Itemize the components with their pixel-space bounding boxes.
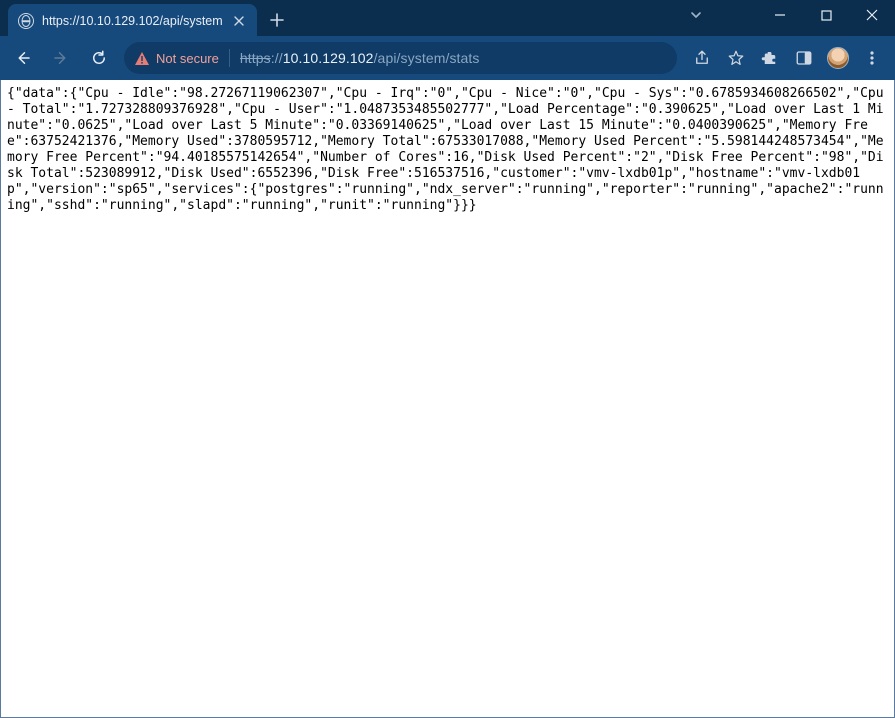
browser-toolbar: Not secure https://10.10.129.102/api/sys…: [0, 36, 895, 80]
window-minimize-button[interactable]: [757, 0, 803, 30]
forward-button[interactable]: [44, 41, 78, 75]
toolbar-right: [685, 41, 889, 75]
side-panel-button[interactable]: [787, 41, 821, 75]
back-button[interactable]: [6, 41, 40, 75]
share-button[interactable]: [685, 41, 719, 75]
response-body: {"data":{"Cpu - Idle":"98.27267119062307…: [1, 80, 894, 220]
menu-button[interactable]: [855, 41, 889, 75]
profile-avatar[interactable]: [821, 41, 855, 75]
url-text: https://10.10.129.102/api/system/stats: [240, 50, 480, 66]
url-host: 10.10.129.102: [283, 50, 374, 66]
extensions-button[interactable]: [753, 41, 787, 75]
url-scheme-sep: ://: [271, 50, 283, 66]
globe-icon: [18, 13, 34, 29]
window-close-button[interactable]: [849, 0, 895, 30]
close-tab-button[interactable]: [231, 13, 247, 29]
address-bar[interactable]: Not secure https://10.10.129.102/api/sys…: [124, 42, 677, 74]
new-tab-button[interactable]: [263, 6, 291, 34]
page-content: {"data":{"Cpu - Idle":"98.27267119062307…: [0, 80, 895, 718]
bookmark-button[interactable]: [719, 41, 753, 75]
reload-button[interactable]: [82, 41, 116, 75]
tab-search-button[interactable]: [681, 0, 711, 30]
url-path: /api/system/stats: [374, 50, 480, 66]
tab-title: https://10.10.129.102/api/system: [42, 14, 223, 28]
security-warning[interactable]: Not secure: [134, 51, 219, 66]
window-controls: [757, 0, 895, 30]
url-scheme: https: [240, 50, 271, 66]
window-maximize-button[interactable]: [803, 0, 849, 30]
browser-tab[interactable]: https://10.10.129.102/api/system: [8, 4, 257, 38]
window-titlebar: https://10.10.129.102/api/system: [0, 0, 895, 36]
warning-triangle-icon: [134, 51, 150, 66]
not-secure-label: Not secure: [156, 51, 219, 66]
omnibox-separator: [229, 49, 230, 67]
avatar-icon: [827, 47, 849, 69]
